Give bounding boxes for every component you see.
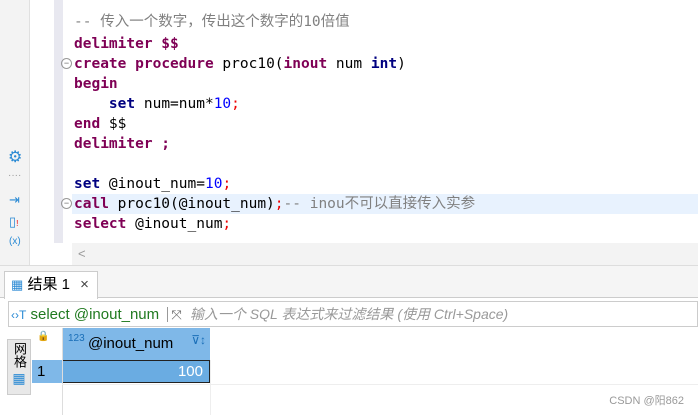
tab-grid-view[interactable]: 网格 ▦ [7,339,31,395]
code-line: set num=num*10; [108,96,240,112]
column-header-label: @inout_num [88,335,174,352]
export-file-icon[interactable]: ⇥ [9,192,20,208]
grid-icon: ▦ [11,277,24,292]
filter-sort-icon[interactable]: ⊽↕ [191,333,206,347]
lock-icon: 🔒 [37,331,50,342]
watermark: CSDN @阳862 [609,395,684,407]
horizontal-scrollbar[interactable]: < [72,243,698,265]
more-icon[interactable]: ···· [8,170,21,181]
file-variable-icon[interactable]: (x) [9,236,21,247]
grid-view-label: 网格 [12,342,27,368]
number-type-icon: 123 [68,333,85,344]
code-line: delimiter $$ [74,36,179,52]
row-number[interactable]: 1 [32,360,62,383]
grid-icon: ▦ [12,370,26,386]
filter-input[interactable]: 输入一个 SQL 表达式来过滤结果 (使用 Ctrl+Space) [190,306,508,322]
tab-label: 结果 1 [27,276,70,293]
code-line: end $$ [74,116,127,132]
sql-text-icon: ‹›T [11,308,27,322]
code-line: delimiter ; [74,136,171,152]
filter-bar[interactable]: ‹›T select @inout_num ⤧ 输入一个 SQL 表达式来过滤结… [8,301,698,327]
expand-icon[interactable]: ⤧ [167,307,182,322]
sql-editor[interactable]: -- 传入一个数字，传出这个数字的10倍值 delimiter $$ creat… [72,0,698,243]
filter-query: select @inout_num [30,306,160,323]
gear-icon[interactable]: ⚙ [8,147,22,167]
results-tabbar: ▦ 结果 1 × [0,265,698,299]
code-line: begin [74,76,118,92]
fold-collapse-icon[interactable]: − [61,198,72,209]
code-line-current: call proc10(@inout_num);-- inou不可以直接传入实参 [72,194,698,214]
code-line: -- 传入一个数字，传出这个数字的10倍值 [74,14,350,30]
code-line: select @inout_num; [74,216,232,232]
file-error-icon[interactable]: ▯! [9,214,18,230]
results-grid: 🔒 123 @inout_num ⊽↕ 1 100 [0,328,698,415]
tab-results-1[interactable]: ▦ 结果 1 × [4,271,98,299]
close-icon[interactable]: × [80,276,89,293]
code-line: set @inout_num=10; [74,176,232,192]
code-line: create procedure proc10(inout num int) [74,56,406,72]
left-toolbar: ⚙ ···· ⇥ ▯! (x) [0,0,30,265]
fold-collapse-icon[interactable]: − [61,58,72,69]
column-header[interactable]: 123 @inout_num ⊽↕ [62,328,210,360]
table-cell[interactable]: 100 [62,360,210,383]
scroll-left-button[interactable]: < [78,246,86,261]
